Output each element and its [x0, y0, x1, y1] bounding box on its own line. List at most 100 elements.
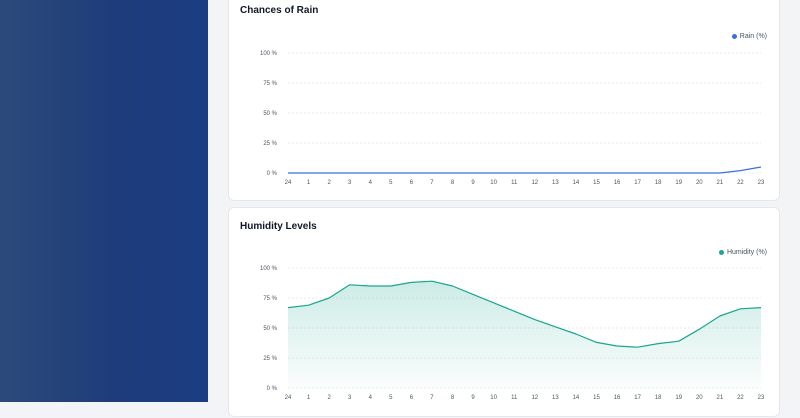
- rain-x-tick-label: 8: [451, 180, 455, 186]
- rain-y-tick-label: 75 %: [263, 81, 277, 87]
- rain-x-tick-label: 17: [634, 180, 641, 186]
- humidity-data-point[interactable]: [533, 318, 536, 321]
- rain-data-point[interactable]: [698, 172, 701, 175]
- rain-series-line: [288, 166, 762, 174]
- humidity-y-tick-label: 100 %: [260, 266, 278, 272]
- humidity-data-point[interactable]: [492, 301, 495, 304]
- humidity-x-tick-label: 20: [696, 395, 703, 401]
- humidity-data-point[interactable]: [430, 280, 433, 283]
- humidity-x-tick-label: 4: [369, 395, 373, 401]
- rain-data-point[interactable]: [369, 172, 372, 175]
- rain-x-tick-label: 2: [327, 180, 331, 186]
- rain-chart-card: Chances of Rain Rain (%) 0 % 25 % 50 % 75 %…: [228, 0, 780, 201]
- rain-x-tick-label: 20: [696, 180, 703, 186]
- humidity-x-tick-label: 5: [389, 395, 393, 401]
- humidity-data-point[interactable]: [287, 306, 290, 309]
- humidity-x-tick-label: 13: [552, 395, 559, 401]
- rain-y-tick-label: 0 %: [267, 171, 278, 177]
- rain-data-point[interactable]: [513, 172, 516, 175]
- rain-data-point[interactable]: [287, 172, 290, 175]
- humidity-x-tick-label: 8: [451, 395, 455, 401]
- rain-x-tick-label: 3: [348, 180, 352, 186]
- rain-data-point[interactable]: [492, 172, 495, 175]
- humidity-x-tick-label: 17: [634, 395, 641, 401]
- rain-data-point[interactable]: [739, 169, 742, 172]
- humidity-data-point[interactable]: [472, 293, 475, 296]
- rain-data-point[interactable]: [328, 172, 331, 175]
- humidity-data-point[interactable]: [369, 285, 372, 288]
- humidity-x-tick-label: 7: [430, 395, 434, 401]
- humidity-data-point[interactable]: [677, 340, 680, 343]
- rain-data-point[interactable]: [389, 172, 392, 175]
- humidity-x-tick-label: 16: [614, 395, 621, 401]
- humidity-x-tick-label: 18: [655, 395, 662, 401]
- humidity-x-tick-label: 2: [327, 395, 331, 401]
- rain-data-point[interactable]: [574, 172, 577, 175]
- rain-data-point[interactable]: [636, 172, 639, 175]
- rain-y-tick-label: 50 %: [263, 111, 277, 117]
- rain-x-tick-label: 24: [285, 180, 292, 186]
- humidity-data-point[interactable]: [657, 342, 660, 345]
- humidity-data-point[interactable]: [616, 345, 619, 348]
- rain-x-tick-label: 1: [307, 180, 311, 186]
- humidity-data-point[interactable]: [307, 304, 310, 307]
- rain-x-tick-label: 13: [552, 180, 559, 186]
- sidebar: [0, 0, 208, 402]
- rain-x-tick-label: 12: [531, 180, 538, 186]
- rain-data-point[interactable]: [410, 172, 413, 175]
- humidity-x-tick-label: 23: [758, 395, 765, 401]
- rain-data-point[interactable]: [616, 172, 619, 175]
- humidity-x-tick-label: 9: [471, 395, 475, 401]
- humidity-data-point[interactable]: [328, 297, 331, 300]
- humidity-data-point[interactable]: [760, 306, 763, 309]
- humidity-x-tick-label: 3: [348, 395, 352, 401]
- humidity-y-tick-label: 0 %: [267, 386, 278, 392]
- rain-data-point[interactable]: [718, 172, 721, 175]
- rain-data-point[interactable]: [307, 172, 310, 175]
- rain-data-point[interactable]: [348, 172, 351, 175]
- humidity-data-point[interactable]: [389, 285, 392, 288]
- humidity-data-point[interactable]: [595, 341, 598, 344]
- humidity-y-tick-label: 75 %: [263, 296, 277, 302]
- rain-data-point[interactable]: [657, 172, 660, 175]
- rain-x-tick-label: 6: [410, 180, 414, 186]
- rain-data-point[interactable]: [451, 172, 454, 175]
- rain-data-point[interactable]: [472, 172, 475, 175]
- rain-x-tick-label: 7: [430, 180, 434, 186]
- humidity-data-point[interactable]: [636, 346, 639, 349]
- rain-x-tick-label: 9: [471, 180, 475, 186]
- rain-y-tick-label: 25 %: [263, 141, 277, 147]
- humidity-data-point[interactable]: [348, 283, 351, 286]
- rain-chart-plot: 0 %25 %50 %75 %100 %24 1 2 3 4 5 6 7 8 9 10 11 12 13 1…: [260, 51, 765, 186]
- humidity-x-tick-label: 22: [737, 395, 744, 401]
- humidity-data-point[interactable]: [513, 310, 516, 313]
- rain-data-point[interactable]: [595, 172, 598, 175]
- main-content: Chances of Rain Rain (%) 0 % 25 % 50 % 75 %…: [208, 0, 800, 417]
- rain-data-point[interactable]: [533, 172, 536, 175]
- rain-y-tick-label: 100 %: [260, 51, 278, 57]
- rain-x-tick-label: 4: [369, 180, 373, 186]
- humidity-data-point[interactable]: [554, 325, 557, 328]
- rain-x-tick-label: 14: [573, 180, 580, 186]
- rain-data-point[interactable]: [554, 172, 557, 175]
- humidity-x-tick-label: 24: [285, 395, 292, 401]
- humidity-x-tick-label: 6: [410, 395, 414, 401]
- rain-data-point[interactable]: [430, 172, 433, 175]
- humidity-data-point[interactable]: [451, 285, 454, 288]
- rain-x-tick-label: 18: [655, 180, 662, 186]
- humidity-data-point[interactable]: [739, 307, 742, 310]
- rain-x-tick-label: 5: [389, 180, 393, 186]
- humidity-x-tick-label: 14: [573, 395, 580, 401]
- humidity-data-point[interactable]: [574, 333, 577, 336]
- humidity-x-tick-label: 19: [675, 395, 682, 401]
- rain-data-point[interactable]: [760, 166, 763, 169]
- humidity-data-point[interactable]: [698, 328, 701, 331]
- humidity-x-tick-label: 10: [490, 395, 497, 401]
- rain-x-tick-label: 15: [593, 180, 600, 186]
- rain-x-tick-label: 23: [758, 180, 765, 186]
- humidity-data-point[interactable]: [718, 315, 721, 318]
- rain-data-point[interactable]: [677, 172, 680, 175]
- rain-x-tick-label: 11: [511, 180, 518, 186]
- humidity-x-tick-label: 15: [593, 395, 600, 401]
- humidity-data-point[interactable]: [410, 281, 413, 284]
